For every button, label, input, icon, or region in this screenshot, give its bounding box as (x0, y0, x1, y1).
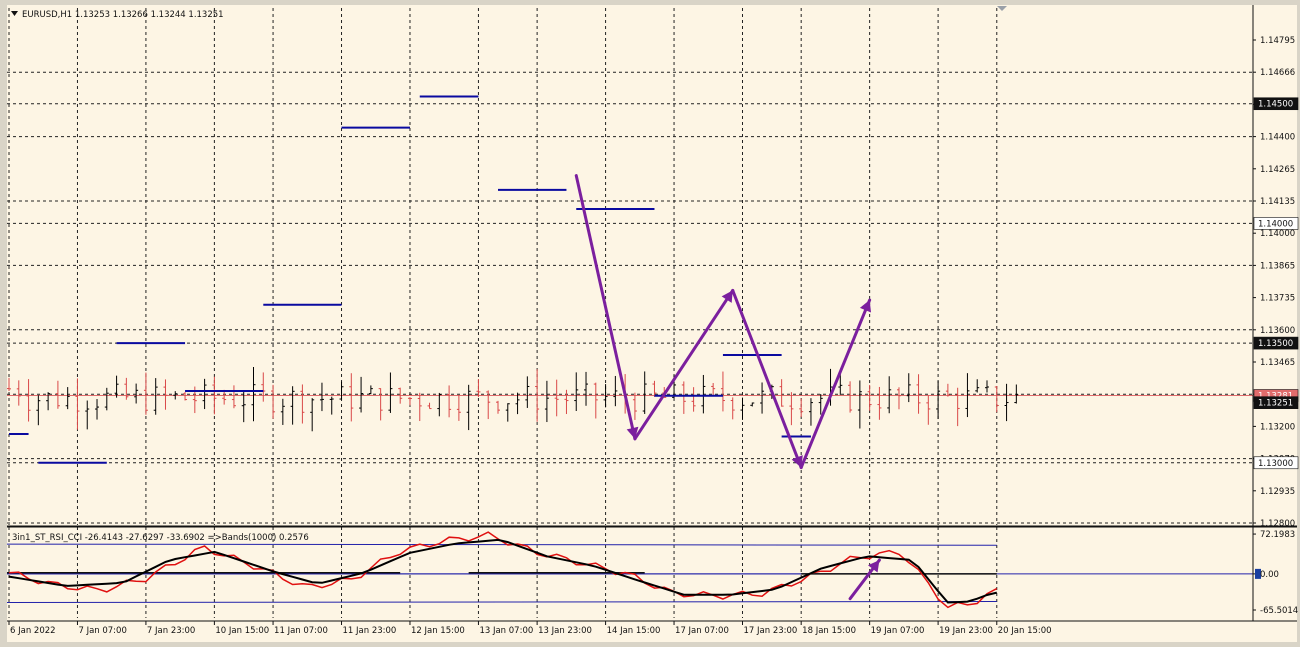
indicator-tick-label: 72.1983 (1260, 530, 1295, 540)
price-tick-label: 1.13465 (1260, 358, 1295, 368)
time-tick-label: 6 Jan 2022 (10, 626, 56, 636)
price-tick-label: 1.13865 (1260, 261, 1295, 271)
price-tick-label: 1.12935 (1260, 487, 1295, 497)
price-label-text: 1.13000 (1258, 459, 1293, 469)
chart-background (7, 5, 1297, 642)
price-tick-label: 1.14795 (1260, 36, 1295, 46)
price-tick-label: 1.14135 (1260, 197, 1295, 207)
symbol-header: EURUSD,H1 1.13253 1.13266 1.13244 1.1325… (22, 10, 224, 20)
price-label-text: 1.13500 (1258, 339, 1293, 349)
time-tick-label: 13 Jan 07:00 (479, 626, 533, 636)
trading-chart-window[interactable]: 1.147951.146661.145301.144001.142651.141… (0, 0, 1300, 647)
price-tick-label: 1.13735 (1260, 294, 1295, 304)
time-tick-label: 10 Jan 15:00 (215, 626, 269, 636)
indicator-tick-label: -65.5014 (1260, 606, 1298, 616)
time-tick-label: 11 Jan 23:00 (343, 626, 397, 636)
time-tick-label: 17 Jan 07:00 (675, 626, 729, 636)
price-tick-label: 1.13600 (1260, 326, 1295, 336)
price-label-text: 1.14500 (1258, 100, 1293, 110)
time-tick-label: 7 Jan 07:00 (78, 626, 126, 636)
time-tick-label: 12 Jan 15:00 (411, 626, 465, 636)
price-tick-label: 1.13200 (1260, 422, 1295, 432)
time-tick-label: 20 Jan 15:00 (998, 626, 1052, 636)
time-tick-label: 19 Jan 07:00 (871, 626, 925, 636)
time-tick-label: 17 Jan 23:00 (744, 626, 798, 636)
price-label-text: 1.14000 (1258, 219, 1293, 229)
price-tick-label: 1.12800 (1260, 519, 1295, 529)
price-label-text: 1.13251 (1258, 399, 1293, 409)
time-tick-label: 18 Jan 15:00 (802, 626, 856, 636)
price-tick-label: 1.14265 (1260, 165, 1295, 175)
time-tick-label: 11 Jan 07:00 (274, 626, 328, 636)
time-tick-label: 19 Jan 23:00 (939, 626, 993, 636)
indicator-header: 3in1_ST_RSI_CCI -26.4143 -27.6297 -33.69… (12, 533, 309, 543)
price-tick-label: 1.14666 (1260, 68, 1295, 78)
chart-canvas[interactable]: 1.147951.146661.145301.144001.142651.141… (0, 0, 1300, 647)
time-tick-label: 7 Jan 23:00 (147, 626, 195, 636)
price-tick-label: 1.14000 (1260, 229, 1295, 239)
indicator-tick-label: 0.00 (1260, 570, 1279, 580)
time-tick-label: 13 Jan 23:00 (538, 626, 592, 636)
price-tick-label: 1.14400 (1260, 133, 1295, 143)
time-tick-label: 14 Jan 15:00 (607, 626, 661, 636)
